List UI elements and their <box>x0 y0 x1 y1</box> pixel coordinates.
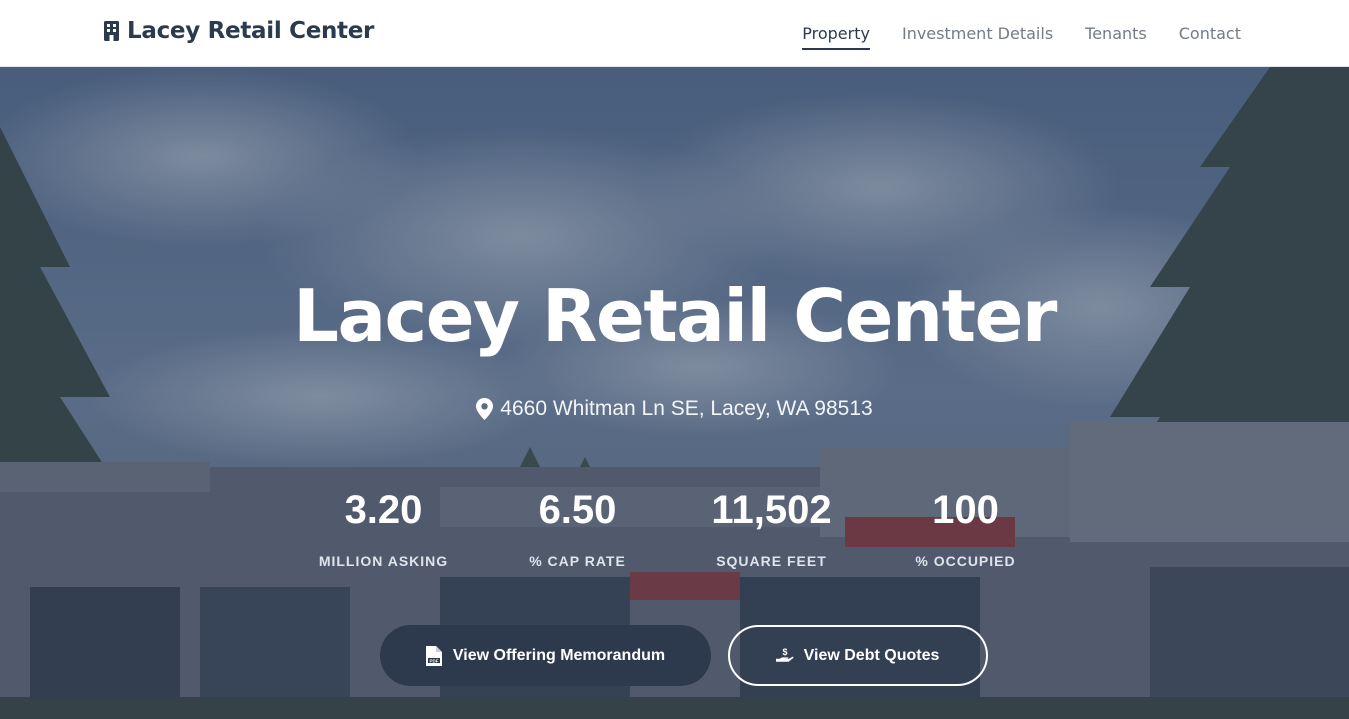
nav-contact[interactable]: Contact <box>1179 18 1241 49</box>
stats-row: 3.20 MILLION ASKING 6.50 % CAP RATE 11,5… <box>0 485 1349 575</box>
nav-tenants[interactable]: Tenants <box>1085 18 1147 49</box>
stat-label: SQUARE FEET <box>716 553 827 569</box>
stat-cap-rate: 6.50 % CAP RATE <box>481 485 675 575</box>
stat-occupancy: 100 % OCCUPIED <box>869 485 1063 575</box>
building-icon <box>104 21 119 41</box>
button-label: View Offering Memorandum <box>452 646 666 664</box>
button-label: View Debt Quotes <box>803 646 940 664</box>
stat-label: % OCCUPIED <box>915 553 1016 569</box>
stat-square-feet: 11,502 SQUARE FEET <box>675 485 869 575</box>
stat-value: 3.20 <box>344 488 423 532</box>
navbar: Lacey Retail Center Property Investment … <box>0 0 1349 67</box>
map-pin-icon <box>476 398 494 420</box>
stat-label: % CAP RATE <box>529 553 626 569</box>
hero-section: Lacey Retail Center 4660 Whitman Ln SE, … <box>0 67 1349 719</box>
view-debt-quotes-button[interactable]: $ View Debt Quotes <box>727 625 988 686</box>
svg-text:PDF: PDF <box>429 658 438 663</box>
stat-value: 11,502 <box>711 488 832 532</box>
main-nav: Property Investment Details Tenants Cont… <box>802 0 1241 66</box>
nav-investment-details[interactable]: Investment Details <box>902 18 1053 49</box>
hero-title: Lacey Retail Center <box>293 274 1057 358</box>
stat-value: 100 <box>932 488 999 532</box>
stat-asking-price: 3.20 MILLION ASKING <box>287 485 481 575</box>
hero-buttons: PDF View Offering Memorandum $ View Debt… <box>0 625 1349 686</box>
svg-text:$: $ <box>782 647 787 657</box>
view-offering-memorandum-button[interactable]: PDF View Offering Memorandum <box>379 625 711 686</box>
nav-property[interactable]: Property <box>802 18 870 50</box>
stat-label: MILLION ASKING <box>318 553 449 569</box>
brand-link[interactable]: Lacey Retail Center <box>104 17 374 45</box>
file-pdf-icon: PDF <box>425 645 442 666</box>
address-text: 4660 Whitman Ln SE, Lacey, WA 98513 <box>500 397 873 420</box>
hero-content: Lacey Retail Center 4660 Whitman Ln SE, … <box>0 67 1349 719</box>
address-line: 4660 Whitman Ln SE, Lacey, WA 98513 <box>0 397 1349 421</box>
stat-value: 6.50 <box>538 488 617 532</box>
brand-name: Lacey Retail Center <box>127 18 375 44</box>
hand-holding-dollar-icon: $ <box>775 647 794 662</box>
